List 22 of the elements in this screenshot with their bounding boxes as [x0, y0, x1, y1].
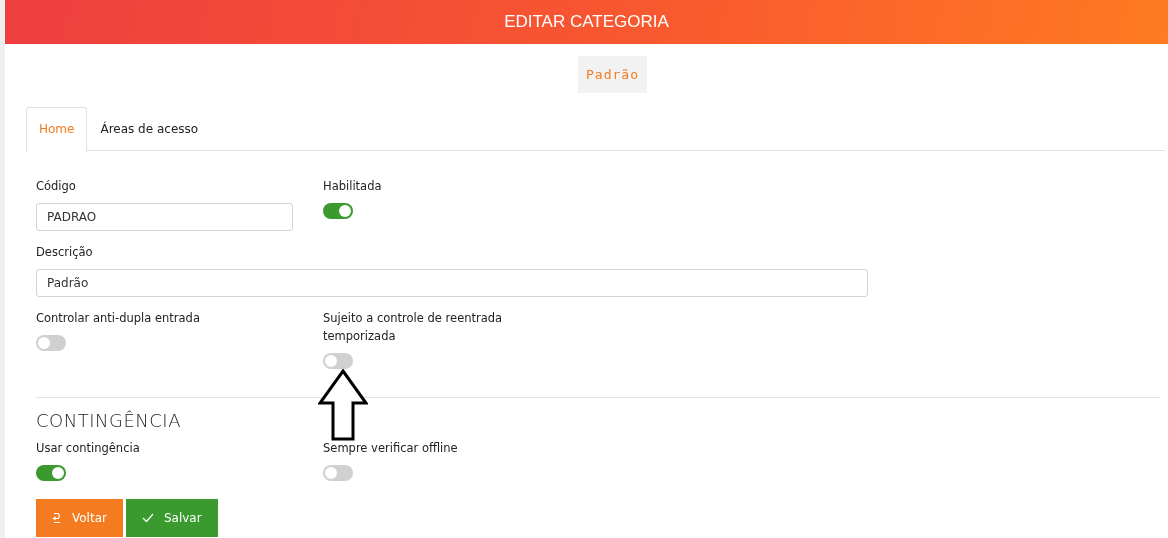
field-label: Sujeito a controle de reentrada temporizada [323, 310, 504, 345]
input-field[interactable]: Padrão [36, 269, 868, 297]
toggle-switch[interactable] [36, 465, 66, 481]
page-title: EDITAR CATEGORIA [504, 12, 669, 32]
toggle-switch[interactable] [323, 203, 353, 219]
check-icon [141, 513, 154, 523]
input-field[interactable]: PADRAO [36, 203, 293, 231]
field-label: Descrição [36, 244, 94, 261]
field-label: Controlar anti-dupla entrada [36, 310, 201, 327]
up-arrow-icon [318, 369, 368, 441]
tab[interactable]: Áreas de acesso [87, 107, 212, 150]
category-badge: Padrão [578, 56, 647, 93]
toggle-switch[interactable] [323, 353, 353, 369]
toggle-switch[interactable] [36, 335, 66, 351]
field-label: Sempre verificar offline [323, 440, 459, 457]
save-button[interactable]: Salvar [125, 499, 218, 537]
section-title: CONTINGÊNCIA [36, 410, 182, 431]
field-label: Código [36, 178, 77, 195]
toggle-switch[interactable] [323, 465, 353, 481]
return-icon [52, 512, 62, 524]
field-label: Usar contingência [36, 440, 141, 457]
field-label: Habilitada [323, 178, 382, 195]
